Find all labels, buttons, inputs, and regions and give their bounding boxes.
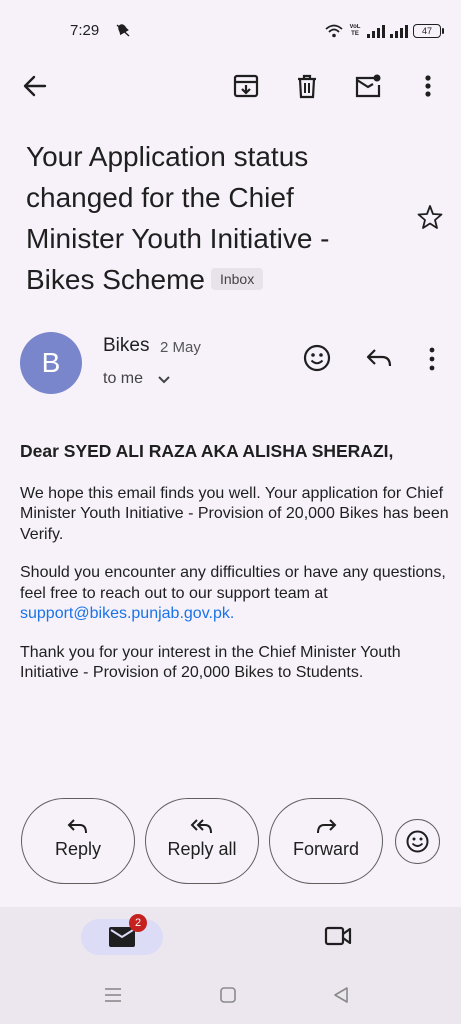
subject-line: Your Application status [26, 141, 309, 172]
mark-unread-icon[interactable] [354, 72, 382, 100]
status-icons: VoLTE 47 [325, 22, 444, 40]
reply-all-button[interactable]: Reply all [145, 798, 259, 884]
more-vertical-icon[interactable] [414, 72, 442, 100]
more-vertical-icon[interactable] [420, 345, 444, 373]
body-paragraph: Thank you for your interest in the Chief… [20, 643, 401, 682]
nav-mail-tab[interactable] [81, 919, 163, 955]
forward-icon [317, 819, 337, 834]
unread-count-badge: 2 [129, 914, 147, 932]
bottom-navigation [0, 907, 461, 1024]
reply-button[interactable]: Reply [21, 798, 135, 884]
subject-line: changed for the Chief [26, 182, 294, 213]
emoji-reaction-icon[interactable] [302, 343, 332, 373]
subject-line: Minister Youth Initiative - [26, 223, 330, 254]
emoji-reaction-button[interactable] [395, 819, 440, 864]
status-time: 7:29 [70, 22, 100, 39]
reply-icon[interactable] [365, 345, 393, 371]
reply-label: Reply [54, 839, 102, 859]
meet-video-icon[interactable] [324, 925, 352, 947]
reply-icon [67, 819, 87, 834]
recents-menu-icon[interactable] [104, 987, 122, 1003]
support-email-link[interactable]: support@bikes.punjab.gov.pk. [20, 605, 234, 622]
star-icon[interactable] [416, 203, 444, 231]
email-date: 2 May [160, 339, 201, 356]
body-paragraph: Should you encounter any difficulties or… [20, 563, 450, 625]
subject-line: Bikes Scheme [26, 264, 205, 295]
forward-label: Forward [292, 839, 359, 859]
reply-all-label: Reply all [167, 839, 237, 859]
emoji-icon [406, 830, 428, 852]
chevron-down-icon[interactable] [157, 373, 171, 387]
mail-icon [109, 927, 135, 947]
battery-indicator: 47 [413, 24, 444, 38]
reply-all-icon [190, 819, 212, 834]
body-text: Should you encounter any difficulties or… [20, 564, 446, 602]
delete-icon[interactable] [293, 72, 321, 100]
volte-indicator: VoLTE [348, 24, 362, 38]
signal-icon-1 [367, 24, 385, 38]
back-triangle-icon[interactable] [332, 986, 350, 1004]
back-arrow-icon[interactable] [21, 72, 49, 100]
signal-icon-2 [390, 24, 408, 38]
sender-avatar[interactable]: B [20, 332, 82, 394]
network-label: VoLTE [349, 24, 361, 37]
archive-icon[interactable] [232, 72, 260, 100]
wifi-icon [325, 24, 343, 38]
silent-bell-icon [116, 24, 130, 37]
forward-button[interactable]: Forward [269, 798, 383, 884]
recipient-details[interactable]: to me [103, 370, 143, 388]
sender-name: Bikes [103, 335, 150, 356]
greeting: Dear SYED ALI RAZA AKA ALISHA SHERAZI, [20, 441, 394, 461]
subject-line-last: Bikes Scheme Inbox [26, 259, 386, 300]
email-body: Dear SYED ALI RAZA AKA ALISHA SHERAZI, W… [20, 441, 450, 702]
home-button-icon[interactable] [219, 986, 237, 1004]
email-subject: Your Application status changed for the … [26, 136, 386, 300]
body-paragraph: We hope this email finds you well. Your … [20, 484, 449, 543]
inbox-label-badge[interactable]: Inbox [210, 267, 264, 290]
